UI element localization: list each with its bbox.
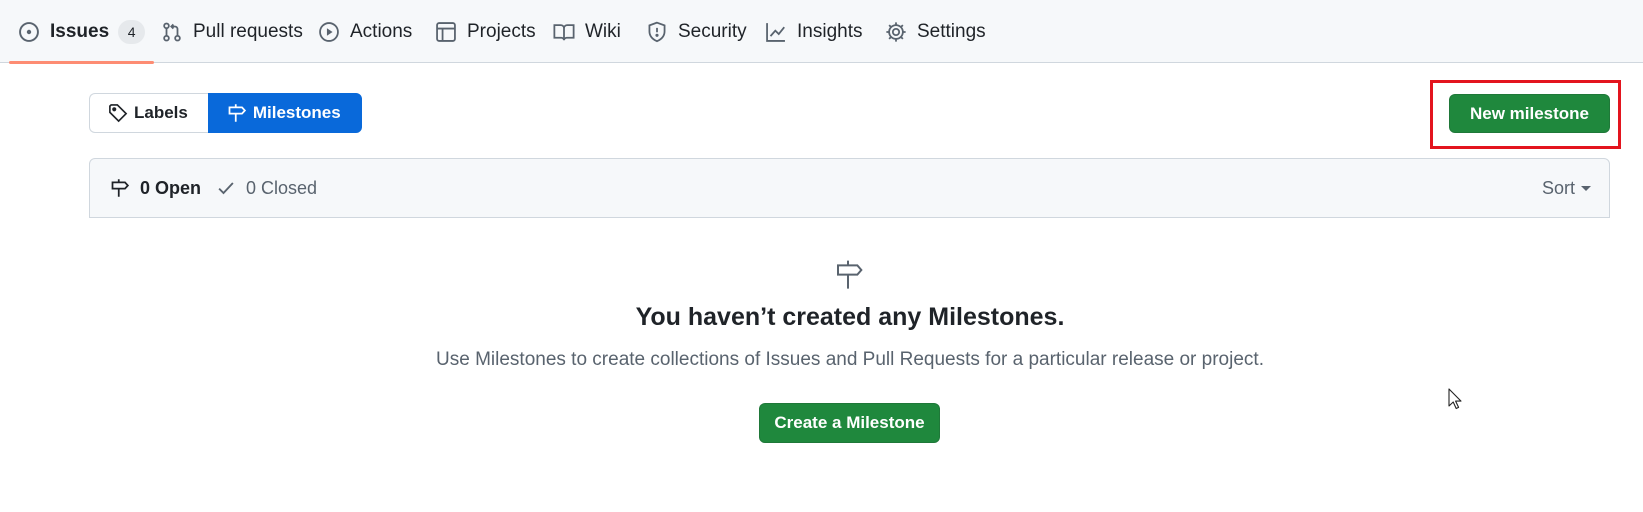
milestones-tab[interactable]: Milestones xyxy=(207,93,362,133)
tab-settings-label: Settings xyxy=(917,20,986,42)
labels-milestones-subnav: Labels Milestones xyxy=(89,93,362,133)
blankslate-description: Use Milestones to create collections of … xyxy=(436,349,1264,370)
tab-actions-label: Actions xyxy=(350,20,413,42)
blankslate-title: You haven’t created any Milestones. xyxy=(635,303,1065,331)
milestones-tab-label: Milestones xyxy=(252,103,341,122)
tab-actions[interactable]: Actions xyxy=(318,0,412,63)
milestone-icon xyxy=(110,178,130,198)
table-icon xyxy=(435,21,457,43)
issues-count-badge: 4 xyxy=(118,19,146,44)
milestone-icon xyxy=(834,258,866,290)
play-icon xyxy=(318,21,340,43)
labels-tab[interactable]: Labels xyxy=(89,93,208,133)
tab-security-label: Security xyxy=(678,20,747,42)
create-milestone-button[interactable]: Create a Milestone xyxy=(759,403,940,443)
tab-issues-label: Issues xyxy=(50,20,110,42)
tab-projects-label: Projects xyxy=(467,20,536,42)
sort-label: Sort xyxy=(1541,177,1575,198)
tab-insights[interactable]: Insights xyxy=(765,0,862,63)
tab-pull-requests[interactable]: Pull requests xyxy=(161,0,303,63)
tab-insights-label: Insights xyxy=(797,20,863,42)
tab-wiki-label: Wiki xyxy=(585,20,621,42)
tab-wiki[interactable]: Wiki xyxy=(553,0,621,63)
new-milestone-button[interactable]: New milestone xyxy=(1449,94,1610,133)
check-icon xyxy=(216,178,236,198)
graph-icon xyxy=(765,21,787,43)
open-count-label: 0 Open xyxy=(140,177,202,198)
git-pull-request-icon xyxy=(161,21,183,43)
milestone-icon xyxy=(227,103,247,123)
shield-icon xyxy=(646,21,668,43)
tag-icon xyxy=(108,103,128,123)
tab-security[interactable]: Security xyxy=(646,0,747,63)
milestones-list-header: 0 Open 0 Closed Sort xyxy=(89,158,1610,218)
closed-milestones-filter[interactable]: 0 Closed xyxy=(216,159,317,217)
tab-settings[interactable]: Settings xyxy=(885,0,986,63)
mouse-cursor-icon xyxy=(1448,388,1464,410)
tab-pull-requests-label: Pull requests xyxy=(193,20,303,42)
repo-nav: Issues 4 Pull requests Actions Projects … xyxy=(0,0,1643,64)
gear-icon xyxy=(885,21,907,43)
labels-tab-label: Labels xyxy=(134,103,188,122)
book-icon xyxy=(553,21,575,43)
tab-issues[interactable]: Issues 4 xyxy=(8,0,155,64)
issue-opened-icon xyxy=(18,21,40,43)
tab-projects[interactable]: Projects xyxy=(435,0,536,63)
open-milestones-filter[interactable]: 0 Open xyxy=(110,159,201,217)
sort-dropdown[interactable]: Sort xyxy=(1542,159,1591,217)
caret-down-icon xyxy=(1581,185,1591,191)
closed-count-label: 0 Closed xyxy=(246,177,318,198)
